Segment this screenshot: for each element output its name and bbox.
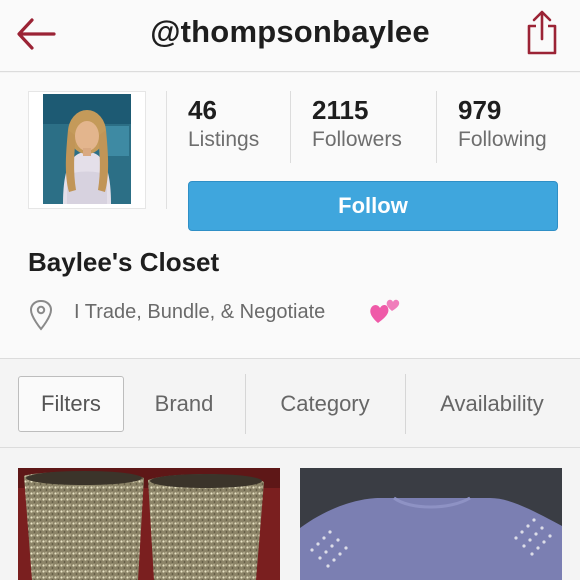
- filter-divider: [405, 374, 406, 434]
- listing-card[interactable]: [18, 468, 280, 580]
- stat-following-label: Following: [458, 128, 547, 151]
- bio-text: I Trade, Bundle, & Negotiate: [74, 301, 326, 323]
- share-icon: [527, 10, 557, 55]
- glitter-boots-photo: [18, 468, 280, 580]
- stat-followers-label: Followers: [312, 128, 402, 151]
- stat-followers[interactable]: 2115 Followers: [312, 95, 402, 153]
- top-bar: @thompsonbaylee: [0, 0, 580, 72]
- stat-followers-count: 2115: [312, 95, 369, 125]
- two-hearts-icon: [370, 299, 400, 323]
- filter-tab-brand[interactable]: Brand: [134, 376, 234, 432]
- studded-sweater-photo: [300, 468, 562, 580]
- listing-card[interactable]: [300, 468, 562, 580]
- filter-divider: [245, 374, 246, 434]
- stat-divider: [436, 91, 437, 163]
- filter-tab-availability[interactable]: Availability: [416, 376, 568, 432]
- profile-header: 46 Listings 2115 Followers 979 Following…: [0, 73, 580, 359]
- stat-listings-label: Listings: [188, 128, 260, 151]
- filter-tab-category[interactable]: Category: [256, 376, 394, 432]
- avatar[interactable]: [28, 91, 146, 209]
- location-pin-icon: [29, 299, 53, 331]
- page-title: @thompsonbaylee: [150, 14, 430, 49]
- stat-listings-count: 46: [188, 95, 217, 125]
- follow-button[interactable]: Follow: [188, 181, 558, 231]
- closet-name: Baylee's Closet: [28, 247, 220, 277]
- stat-following-count: 979: [458, 95, 502, 125]
- stat-listings[interactable]: 46 Listings: [188, 95, 259, 153]
- profile-photo: [29, 92, 145, 208]
- filters-button[interactable]: Filters: [18, 376, 124, 432]
- avatar-divider: [166, 91, 167, 209]
- filter-bar: Filters Brand Category Availability: [0, 360, 580, 448]
- share-button[interactable]: [524, 8, 560, 56]
- stat-divider: [290, 91, 291, 163]
- stat-following[interactable]: 979 Following: [458, 95, 547, 153]
